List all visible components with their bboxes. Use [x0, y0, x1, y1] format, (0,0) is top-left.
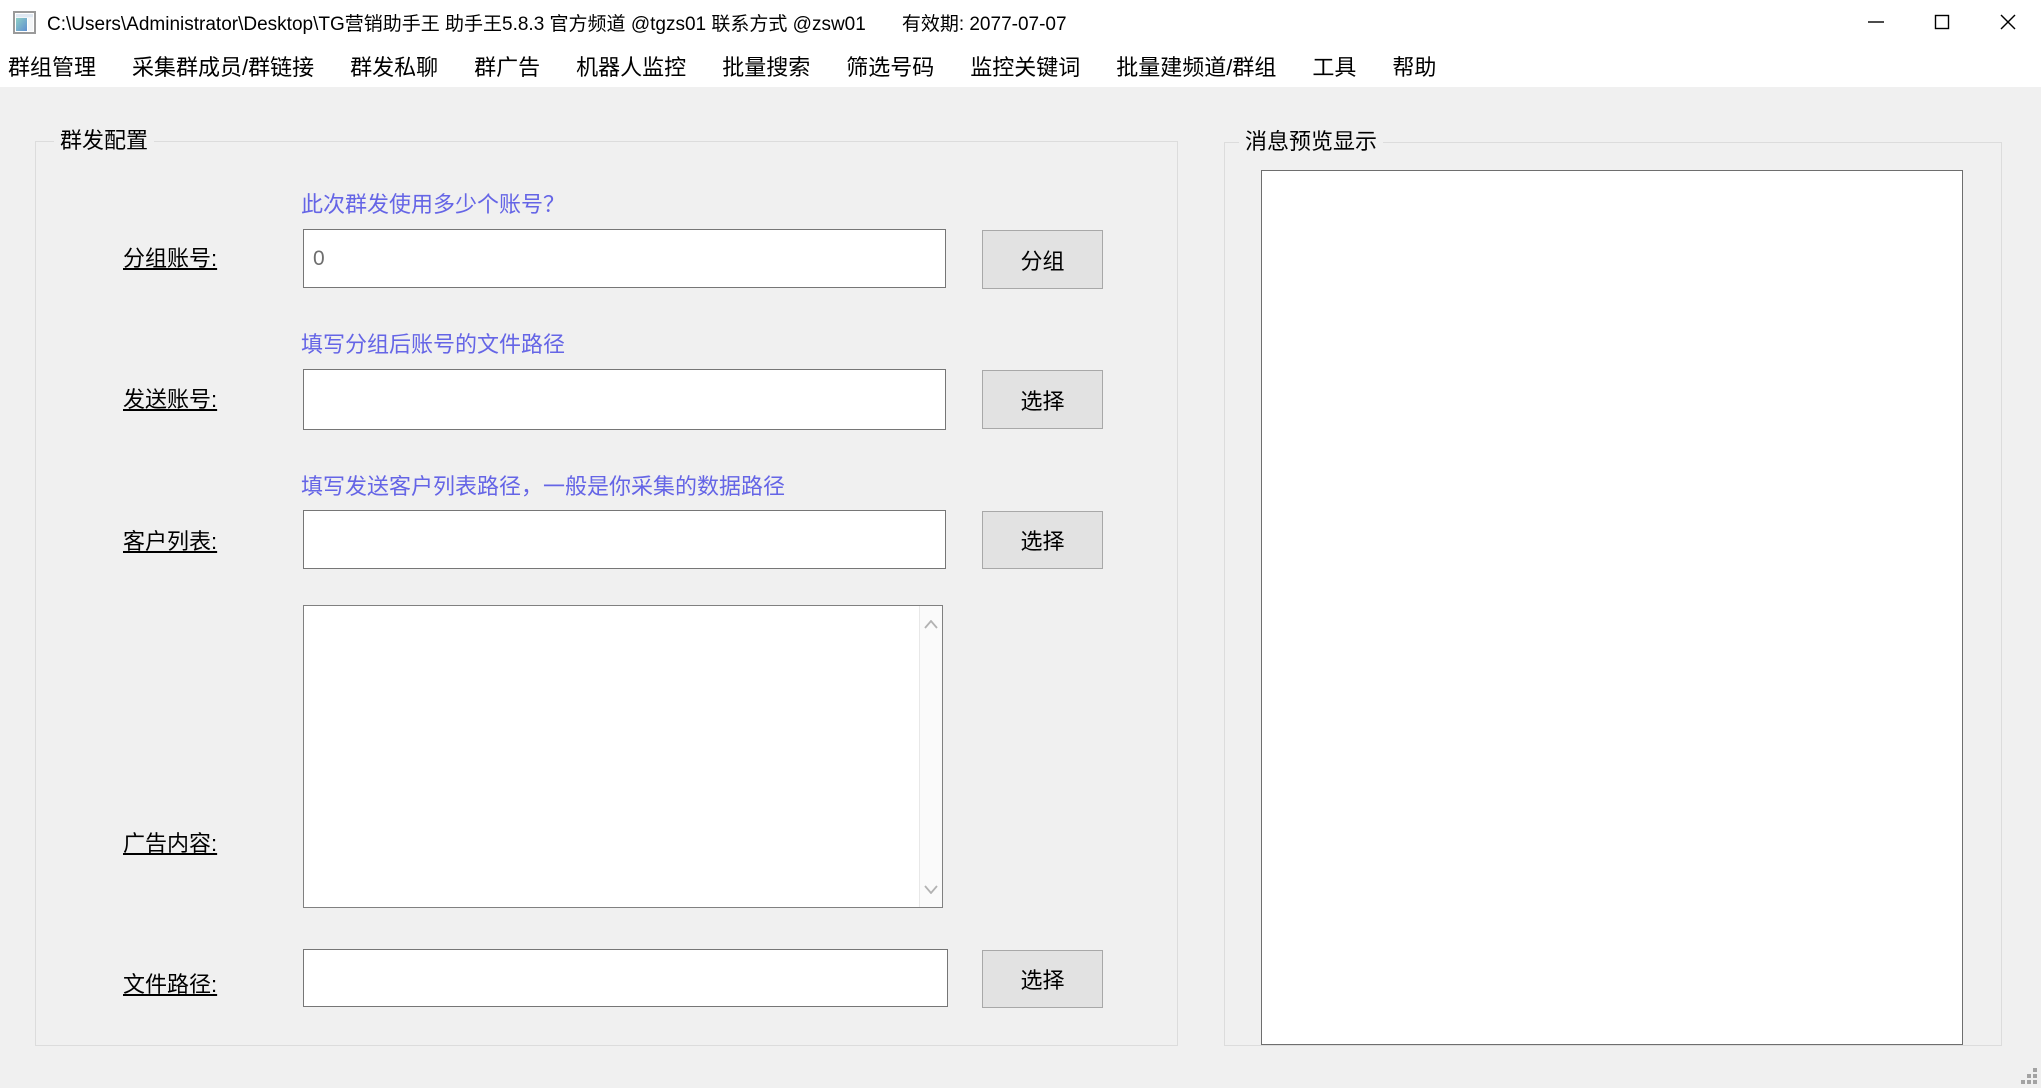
- customer-list-input[interactable]: [303, 510, 946, 569]
- file-path-select-button[interactable]: 选择: [982, 950, 1103, 1008]
- scroll-down-button[interactable]: [920, 877, 942, 901]
- group-account-hint: 此次群发使用多少个账号？: [301, 187, 565, 219]
- customer-list-label: 客户列表:: [123, 527, 273, 557]
- send-account-input[interactable]: [303, 369, 946, 430]
- window-controls: [1843, 0, 2041, 44]
- chevron-up-icon: [924, 620, 938, 629]
- menu-bar: 群组管理 采集群成员/群链接 群发私聊 群广告 机器人监控 批量搜索 筛选号码 …: [0, 44, 2041, 87]
- minimize-button[interactable]: [1843, 0, 1909, 44]
- menu-item-group-management[interactable]: 群组管理: [8, 50, 114, 82]
- ad-content-textarea[interactable]: [304, 606, 920, 907]
- message-preview-display: [1261, 170, 1963, 1045]
- validity-label: 有效期: 2077-07-07: [902, 9, 1067, 36]
- ad-content-label: 广告内容:: [123, 829, 273, 859]
- group-account-label: 分组账号:: [123, 244, 273, 274]
- send-account-select-button[interactable]: 选择: [982, 370, 1103, 429]
- menu-item-group-ads[interactable]: 群广告: [456, 50, 558, 82]
- close-icon: [1998, 12, 2018, 32]
- menu-item-filter-numbers[interactable]: 筛选号码: [828, 50, 952, 82]
- send-account-hint: 填写分组后账号的文件路径: [301, 327, 565, 359]
- maximize-button[interactable]: [1909, 0, 1975, 44]
- menu-item-batch-create-channel-group[interactable]: 批量建频道/群组: [1098, 50, 1294, 82]
- title-bar: C:\Users\Administrator\Desktop\TG营销助手王 助…: [0, 0, 2041, 44]
- chevron-down-icon: [924, 885, 938, 894]
- message-preview-groupbox: 消息预览显示: [1224, 142, 2002, 1046]
- config-groupbox-title: 群发配置: [54, 128, 154, 154]
- group-button[interactable]: 分组: [982, 230, 1103, 289]
- minimize-icon: [1866, 12, 1886, 32]
- preview-groupbox-title: 消息预览显示: [1239, 129, 1383, 155]
- close-button[interactable]: [1975, 0, 2041, 44]
- customer-list-hint: 填写发送客户列表路径，一般是你采集的数据路径: [301, 469, 785, 501]
- group-account-input[interactable]: [303, 229, 946, 288]
- window-title: C:\Users\Administrator\Desktop\TG营销助手王 助…: [47, 9, 866, 36]
- file-path-label: 文件路径:: [123, 970, 273, 1000]
- scroll-up-button[interactable]: [920, 612, 942, 636]
- bulk-send-config-groupbox: 群发配置 此次群发使用多少个账号？ 分组账号: 分组 填写分组后账号的文件路径 …: [35, 141, 1178, 1046]
- file-path-input[interactable]: [303, 949, 948, 1007]
- ad-content-textarea-frame: [303, 605, 943, 908]
- menu-item-tools[interactable]: 工具: [1294, 50, 1374, 82]
- menu-item-collect-members-links[interactable]: 采集群成员/群链接: [114, 50, 332, 82]
- resize-grip-icon[interactable]: [2020, 1067, 2038, 1085]
- menu-item-keyword-monitor[interactable]: 监控关键词: [952, 50, 1098, 82]
- send-account-label: 发送账号:: [123, 385, 273, 415]
- maximize-icon: [1932, 12, 1952, 32]
- menu-item-batch-search[interactable]: 批量搜索: [704, 50, 828, 82]
- menu-item-bot-monitor[interactable]: 机器人监控: [558, 50, 704, 82]
- app-window-icon: [13, 11, 36, 34]
- customer-list-select-button[interactable]: 选择: [982, 511, 1103, 569]
- menu-item-bulk-private-message[interactable]: 群发私聊: [332, 50, 456, 82]
- menu-item-help[interactable]: 帮助: [1374, 50, 1454, 82]
- ad-content-scrollbar[interactable]: [919, 606, 942, 907]
